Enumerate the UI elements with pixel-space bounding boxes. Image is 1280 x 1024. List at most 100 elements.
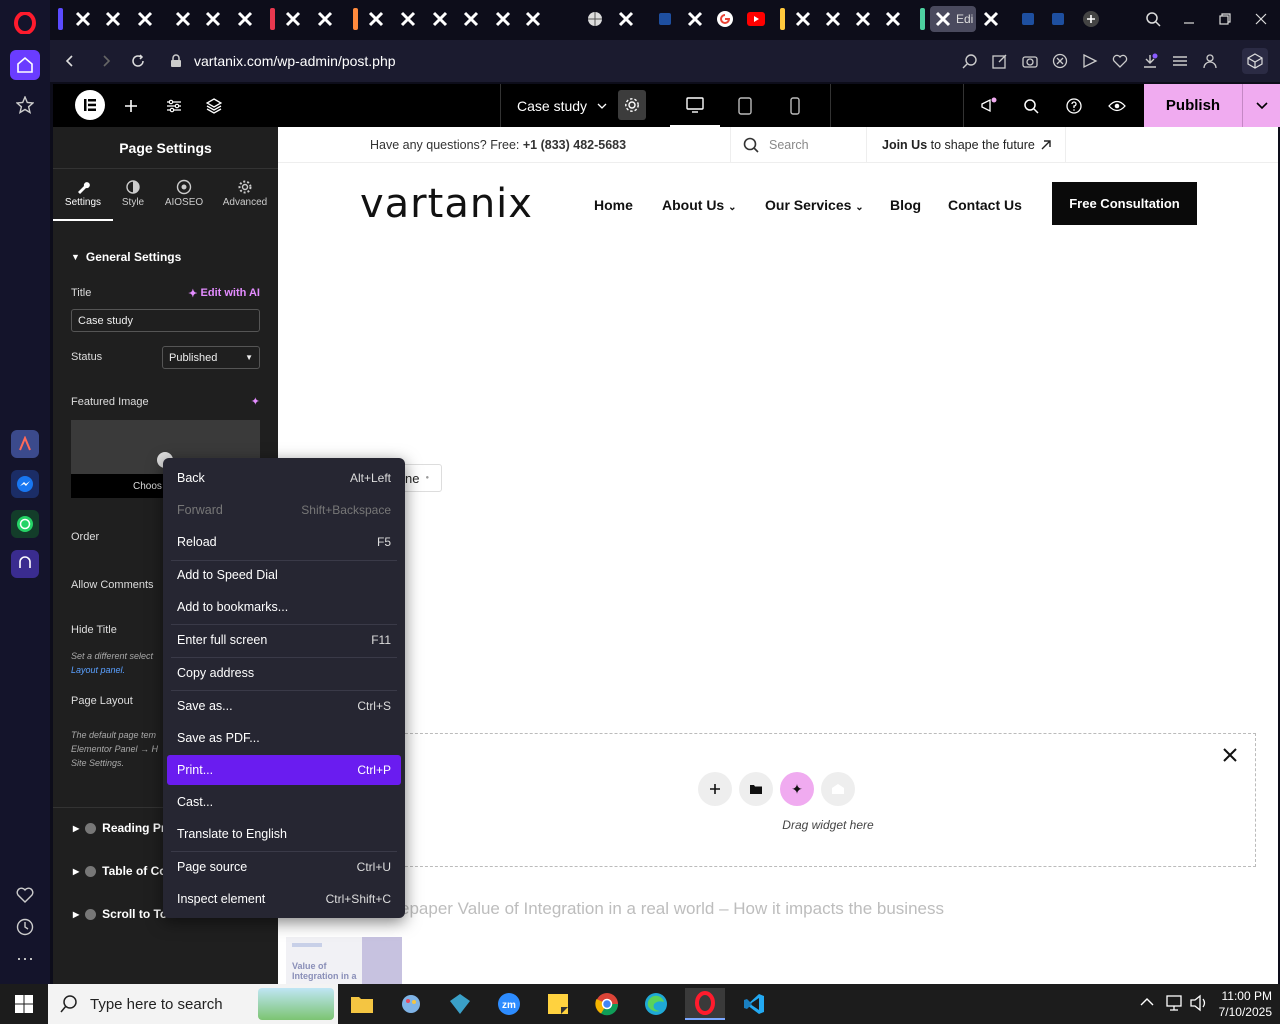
tab-x-4[interactable] <box>170 6 196 32</box>
history-clock-icon[interactable] <box>10 912 40 942</box>
new-tab-button[interactable] <box>1078 6 1104 32</box>
menu-item-reload[interactable]: Reload F5 <box>167 527 401 557</box>
site-search-box[interactable]: Search <box>730 127 867 163</box>
edge-icon[interactable] <box>636 988 676 1020</box>
menu-item-inspect[interactable]: Inspect element Ctrl+Shift+C <box>167 884 401 914</box>
extensions-cube-icon[interactable] <box>1242 48 1268 74</box>
star-icon[interactable] <box>10 90 40 120</box>
tab-x-9[interactable] <box>363 6 389 32</box>
search-icon[interactable] <box>1020 95 1042 117</box>
scroll-to-top-section[interactable]: ▶ Scroll to To <box>73 907 167 921</box>
menu-item-page-source[interactable]: Page source Ctrl+U <box>167 852 401 882</box>
network-icon[interactable] <box>1164 994 1184 1015</box>
aria-app-icon[interactable] <box>11 430 39 458</box>
sticky-notes-icon[interactable] <box>538 988 578 1020</box>
tab-x-5[interactable] <box>200 6 226 32</box>
menu-item-cast[interactable]: Cast... <box>167 787 401 817</box>
reload-icon[interactable] <box>128 51 148 71</box>
tab-x-10[interactable] <box>395 6 421 32</box>
join-us-link[interactable]: Join Us to shape the future <box>882 138 1035 152</box>
tab-advanced[interactable]: Advanced <box>215 177 275 221</box>
whatsapp-icon[interactable] <box>11 510 39 538</box>
status-select[interactable]: Published ▼ <box>162 346 260 369</box>
phone-number[interactable]: +1 (833) 482-5683 <box>523 138 626 152</box>
tab-x-11[interactable] <box>427 6 453 32</box>
volume-icon[interactable] <box>1189 994 1209 1015</box>
site-settings-sliders-icon[interactable] <box>163 95 185 117</box>
taskbar-clock[interactable]: 11:00 PM 7/10/2025 <box>1212 988 1272 1020</box>
tab-globe[interactable] <box>582 6 608 32</box>
whats-new-megaphone-icon[interactable] <box>977 95 999 117</box>
document-selector[interactable]: Case study <box>500 84 631 127</box>
tab-aioseo[interactable]: AIOSEO <box>154 177 214 221</box>
ai-sparkle-icon[interactable]: ✦ <box>251 395 260 408</box>
edit-page-icon[interactable] <box>990 51 1010 71</box>
tab-doc-1[interactable] <box>652 6 678 32</box>
tab-x-16[interactable] <box>682 6 708 32</box>
publish-options-button[interactable] <box>1242 84 1280 127</box>
tab-x-14[interactable] <box>520 6 546 32</box>
camera-icon[interactable] <box>1020 51 1040 71</box>
desktop-view-icon[interactable] <box>670 84 720 127</box>
tab-x-6[interactable] <box>232 6 258 32</box>
title-input[interactable]: Case study <box>71 309 260 332</box>
music-player-icon[interactable] <box>11 550 39 578</box>
tab-active-editor[interactable]: Edi <box>930 6 976 32</box>
edit-with-ai-link[interactable]: ✦ Edit with AI <box>188 287 260 300</box>
tab-x-19[interactable] <box>850 6 876 32</box>
menu-item-add-speed-dial[interactable]: Add to Speed Dial <box>167 560 401 590</box>
publish-button[interactable]: Publish <box>1144 84 1242 127</box>
forward-arrow-icon[interactable] <box>96 51 116 71</box>
tab-x-3[interactable] <box>132 6 158 32</box>
tab-x-21[interactable] <box>978 6 1004 32</box>
tab-google[interactable] <box>712 6 738 32</box>
table-of-contents-section[interactable]: ▶ Table of Co <box>73 864 167 878</box>
chevron-up-icon[interactable] <box>1140 996 1154 1010</box>
menu-item-translate[interactable]: Translate to English <box>167 819 401 849</box>
add-section-button[interactable] <box>698 772 732 806</box>
add-element-icon[interactable] <box>120 95 142 117</box>
adblock-icon[interactable] <box>1050 51 1070 71</box>
tab-x-13[interactable] <box>490 6 516 32</box>
opera-taskbar-icon[interactable] <box>685 988 725 1020</box>
menu-item-full-screen[interactable]: Enter full screen F11 <box>167 625 401 655</box>
heart-icon[interactable] <box>10 880 40 910</box>
menu-item-print[interactable]: Print... Ctrl+P <box>167 755 401 785</box>
menu-item-back[interactable]: Back Alt+Left <box>167 463 401 493</box>
profile-icon[interactable] <box>1200 51 1220 71</box>
structure-layers-icon[interactable] <box>203 95 225 117</box>
zoom-search-icon[interactable] <box>960 51 980 71</box>
tab-youtube[interactable] <box>743 6 769 32</box>
tab-x-12[interactable] <box>458 6 484 32</box>
home-icon[interactable] <box>10 50 40 80</box>
paint-app-icon[interactable] <box>391 988 431 1020</box>
add-template-button[interactable] <box>739 772 773 806</box>
menu-item-copy-address[interactable]: Copy address <box>167 658 401 688</box>
tab-doc-3[interactable] <box>1045 6 1071 32</box>
chrome-icon[interactable] <box>587 988 627 1020</box>
help-icon[interactable] <box>1063 95 1085 117</box>
tab-x-7[interactable] <box>280 6 306 32</box>
tab-x-17[interactable] <box>790 6 816 32</box>
maximize-icon[interactable] <box>1210 6 1240 32</box>
menu-item-save-as-pdf[interactable]: Save as PDF... <box>167 723 401 753</box>
flow-send-icon[interactable] <box>1080 51 1100 71</box>
tab-x-8[interactable] <box>312 6 338 32</box>
opera-logo-icon[interactable] <box>10 8 40 38</box>
file-explorer-icon[interactable] <box>342 988 382 1020</box>
pinboard-heart-icon[interactable] <box>1110 51 1130 71</box>
taskbar-search-box[interactable]: Type here to search <box>48 984 338 1024</box>
elementor-logo-icon[interactable] <box>75 90 105 120</box>
minimize-icon[interactable] <box>1174 6 1204 32</box>
preview-eye-icon[interactable] <box>1106 95 1128 117</box>
menu-item-save-as[interactable]: Save as... Ctrl+S <box>167 691 401 721</box>
downloads-icon[interactable] <box>1140 51 1160 71</box>
tablet-view-icon[interactable] <box>720 84 770 127</box>
easy-setup-icon[interactable] <box>1170 51 1190 71</box>
tab-x-1[interactable] <box>70 6 96 32</box>
close-window-icon[interactable] <box>1246 6 1276 32</box>
reading-progress-section[interactable]: ▶ Reading Pr <box>73 821 166 835</box>
general-settings-header[interactable]: ▼ General Settings <box>71 250 181 264</box>
close-icon[interactable] <box>1223 748 1237 765</box>
nav-blog[interactable]: Blog <box>890 197 921 213</box>
